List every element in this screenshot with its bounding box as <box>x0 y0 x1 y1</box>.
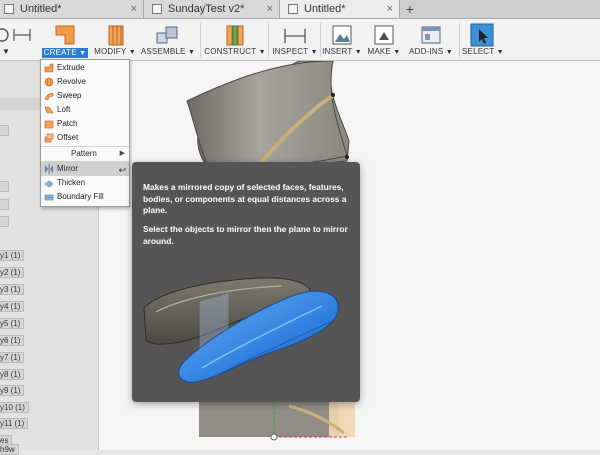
menu-item-patch[interactable]: Patch <box>41 117 129 131</box>
toolbar-addins-label: ADD-INS ▼ <box>409 47 453 56</box>
sweep-icon <box>44 92 54 101</box>
toolbar-select-label: SELECT ▼ <box>462 47 504 56</box>
menu-item-loft[interactable]: Loft <box>41 103 129 117</box>
tab-label: SundayTest v2* <box>168 3 245 15</box>
browser-component-row[interactable]: y5 (1) <box>0 318 25 329</box>
tab-close-icon[interactable]: × <box>387 0 393 18</box>
toolbar-modify-label: MODIFY ▼ <box>94 47 136 56</box>
document-tab-bar: Untitled* × SundayTest v2* × Untitled* ×… <box>0 0 600 19</box>
browser-component-row[interactable]: y1 (1) <box>0 250 25 261</box>
make-3d-print-icon <box>374 25 394 45</box>
document-icon <box>4 4 14 14</box>
menu-item-offset[interactable]: Offset <box>41 131 129 145</box>
create-dropdown-menu: Extrude Revolve Sweep Loft Patch Offset … <box>40 59 130 207</box>
mirror-tooltip: Makes a mirrored copy of selected faces,… <box>132 162 360 402</box>
toolbar-inspect[interactable]: INSPECT ▼ <box>272 19 318 60</box>
boundary-fill-icon <box>44 194 54 201</box>
modify-press-pull-icon <box>108 25 124 46</box>
repeat-command-icon: ↩ <box>118 165 126 175</box>
toolbar-make-label: MAKE ▼ <box>367 47 401 56</box>
browser-row-marker <box>0 216 9 227</box>
toolbar-insert[interactable]: INSERT ▼ <box>322 19 362 60</box>
browser-component-row[interactable]: y9 (1) <box>0 385 25 396</box>
toolbar-make[interactable]: MAKE ▼ <box>366 19 402 60</box>
menu-item-sweep[interactable]: Sweep <box>41 89 129 103</box>
menu-item-revolve[interactable]: Revolve <box>41 75 129 89</box>
pipe-bottom-body[interactable] <box>199 401 339 437</box>
thicken-icon <box>44 180 54 188</box>
tooltip-description: Makes a mirrored copy of selected faces,… <box>143 182 347 215</box>
toolbar-select[interactable]: SELECT ▼ <box>462 19 504 60</box>
browser-component-row[interactable]: y10 (1) <box>0 402 29 413</box>
menu-item-mirror[interactable]: Mirror ↩ <box>41 162 129 176</box>
loft-icon <box>44 106 54 114</box>
toolbar-separator <box>459 23 460 57</box>
patch-icon <box>44 120 54 129</box>
browser-component-row[interactable]: y6 (1) <box>0 335 25 346</box>
tab-label: Untitled* <box>304 3 346 15</box>
toolbar-separator <box>320 23 321 57</box>
inspect-measure-icon <box>284 29 306 43</box>
insert-image-icon <box>332 25 352 45</box>
new-tab-button[interactable]: + <box>400 0 420 18</box>
create-box-icon <box>55 25 75 45</box>
seam-vertex[interactable] <box>345 155 349 159</box>
revolve-icon <box>44 77 54 87</box>
browser-component-row[interactable]: y7 (1) <box>0 352 25 363</box>
sketch-tools-icon <box>0 28 31 42</box>
origin-point[interactable] <box>270 433 278 441</box>
menu-item-boundary-fill[interactable]: Boundary Fill <box>41 190 129 204</box>
tab-label: Untitled* <box>20 3 62 15</box>
browser-component-row[interactable]: y3 (1) <box>0 284 25 295</box>
document-tab-untitled-active[interactable]: Untitled* × <box>280 0 400 18</box>
document-tab-untitled-1[interactable]: Untitled* × <box>0 0 144 18</box>
tooltip-instruction: Select the objects to mirror then the pl… <box>143 224 348 246</box>
toolbar-group-partial[interactable]: ▼ <box>0 19 36 60</box>
toolbar-create[interactable]: CREATE ▼ <box>40 19 90 60</box>
toolbar-construct[interactable]: CONSTRUCT ▼ <box>204 19 266 60</box>
partial-group-caret: ▼ <box>2 47 11 56</box>
document-icon <box>288 4 298 14</box>
browser-component-row[interactable]: y11 (1) <box>0 418 29 429</box>
toolbar-addins[interactable]: ADD-INS ▼ <box>406 19 456 60</box>
submenu-arrow-icon: ▶ <box>119 150 125 157</box>
toolbar-create-label: CREATE ▼ <box>42 48 88 58</box>
addins-scripts-icon <box>421 26 441 44</box>
toolbar-modify[interactable]: MODIFY ▼ <box>92 19 138 60</box>
browser-row-marker <box>0 181 9 192</box>
toolbar-inspect-label: INSPECT ▼ <box>272 47 318 56</box>
browser-row-marker <box>0 199 9 210</box>
extrude-icon <box>44 63 54 73</box>
select-arrow-icon <box>470 23 494 47</box>
toolbar-insert-label: INSERT ▼ <box>322 47 362 56</box>
offset-icon <box>44 133 54 143</box>
construct-plane-icon <box>226 25 244 46</box>
browser-component-row[interactable]: y8 (1) <box>0 369 25 380</box>
mirror-illustration-image <box>143 277 339 383</box>
tab-close-icon[interactable]: × <box>131 0 137 18</box>
toolbar-assemble-label: ASSEMBLE ▼ <box>140 47 196 56</box>
toolbar-construct-label: CONSTRUCT ▼ <box>204 47 266 56</box>
browser-component-row[interactable]: y4 (1) <box>0 301 25 312</box>
menu-item-thicken[interactable]: Thicken <box>41 176 129 190</box>
browser-row-marker <box>0 125 9 136</box>
assemble-components-icon <box>156 26 178 44</box>
document-icon <box>152 4 162 14</box>
document-tab-sundaytest[interactable]: SundayTest v2* × <box>144 0 280 18</box>
toolbar-assemble[interactable]: ASSEMBLE ▼ <box>140 19 196 60</box>
menu-item-pattern[interactable]: Pattern ▶ <box>41 147 129 161</box>
ribbon-toolbar: ▼ CREATE ▼ MODIFY ▼ ASSEMBLE ▼ CONSTRUCT… <box>0 19 600 61</box>
mirror-icon <box>45 164 53 174</box>
tab-close-icon[interactable]: × <box>267 0 273 18</box>
toolbar-separator <box>200 23 201 57</box>
menu-item-extrude[interactable]: Extrude <box>41 61 129 75</box>
toolbar-separator <box>268 23 269 57</box>
browser-component-row[interactable]: y2 (1) <box>0 267 25 278</box>
seam-vertex[interactable] <box>331 93 335 97</box>
